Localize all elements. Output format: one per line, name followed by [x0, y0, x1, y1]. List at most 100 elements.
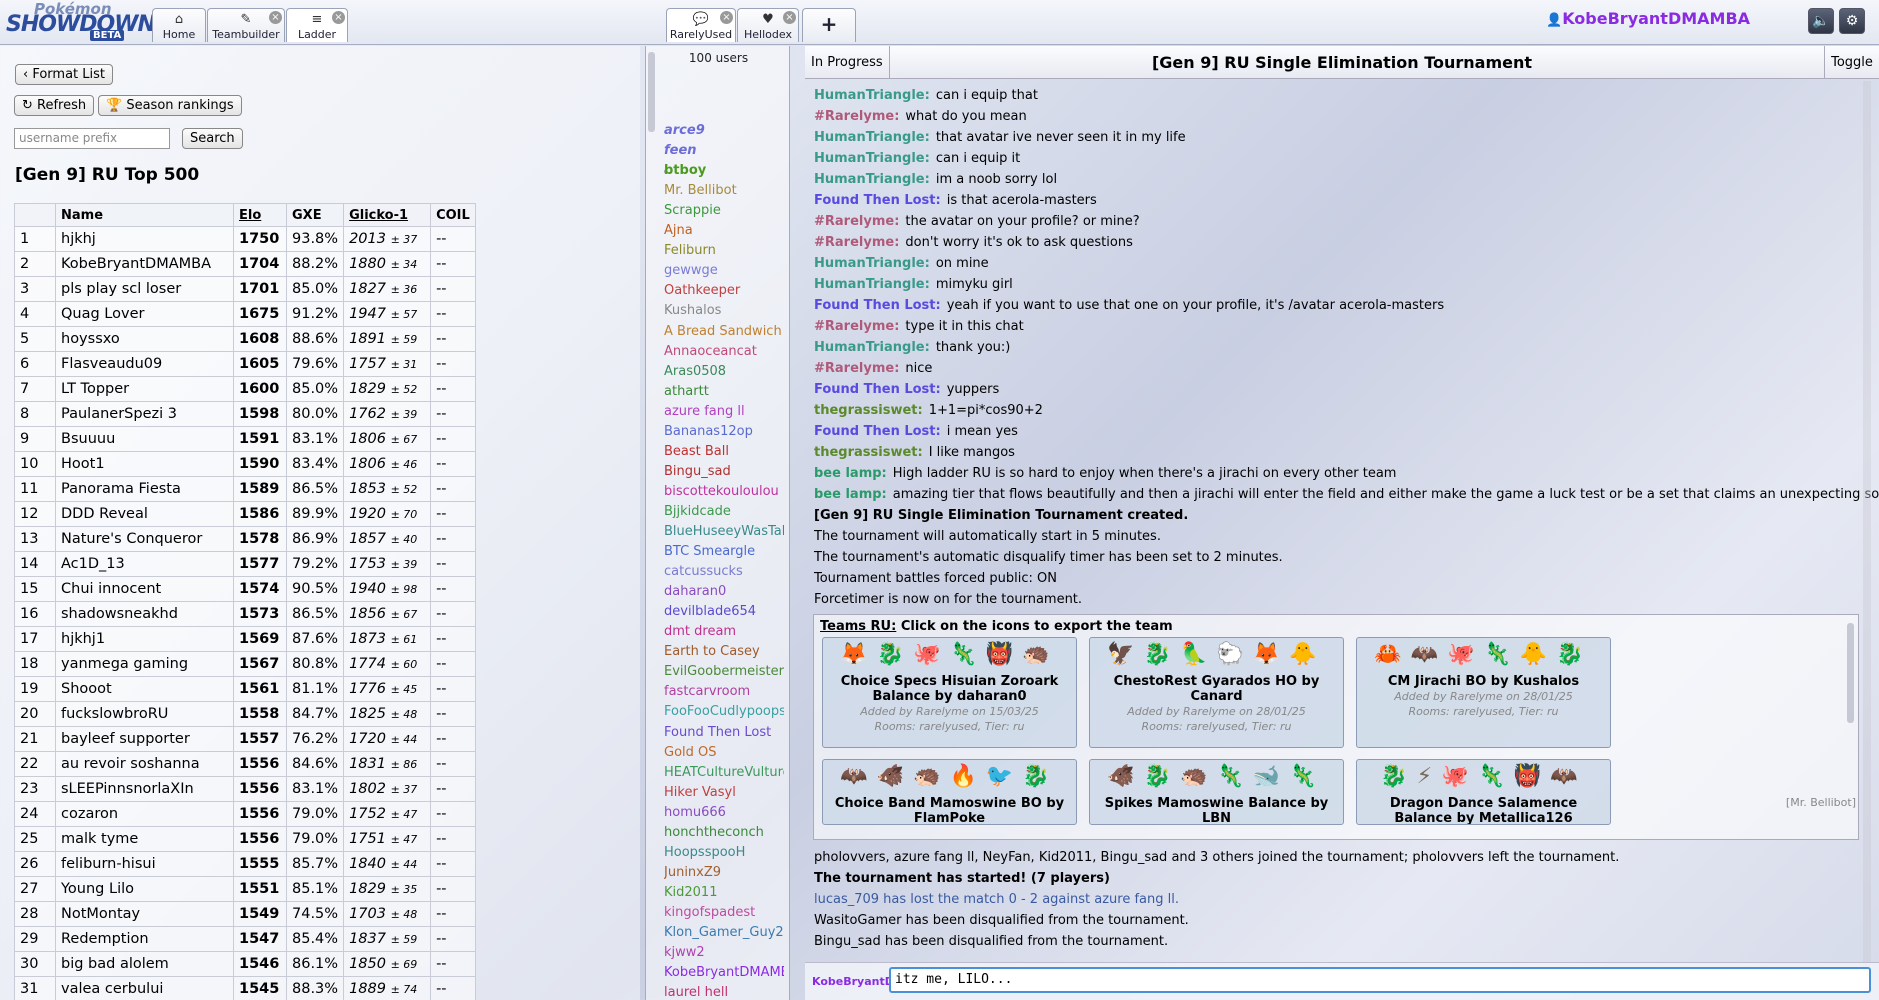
team-card[interactable]: 🐗🐉🦔🦎🐋🦎Spikes Mamoswine Balance by LBNAdd…: [1089, 759, 1344, 825]
chat-username[interactable]: Found Then Lost:: [814, 193, 941, 208]
userlist-item[interactable]: homu666: [664, 805, 784, 820]
userlist-item[interactable]: Bjjkidcade: [664, 504, 784, 519]
pokemon-icons[interactable]: 🐗🐉🦔🦎🐋🦎: [1090, 760, 1343, 796]
userlist-item[interactable]: Annaoceancat: [664, 344, 784, 359]
name-cell[interactable]: NotMontay: [55, 901, 234, 927]
userlist-item[interactable]: HEATCultureVulture: [664, 765, 784, 780]
name-cell[interactable]: Shooot: [55, 676, 234, 702]
name-cell[interactable]: shadowsneakhd: [55, 601, 234, 627]
name-cell[interactable]: LT Topper: [55, 376, 234, 402]
userlist-item[interactable]: laurel hell: [664, 985, 784, 1000]
format-list-button[interactable]: ‹ Format List: [15, 64, 114, 85]
userlist-item[interactable]: #arce9: [664, 123, 784, 138]
chat-username[interactable]: #Rarelyme:: [814, 319, 899, 334]
close-icon[interactable]: ×: [720, 11, 733, 24]
name-cell[interactable]: Quag Lover: [55, 301, 234, 327]
chat-username[interactable]: Found Then Lost:: [814, 298, 941, 313]
tab-rarelyused[interactable]: 💬 RarelyUsed ×: [666, 8, 736, 42]
name-cell[interactable]: Flasveaudu09: [55, 351, 234, 377]
userlist-item[interactable]: Bingu_sad: [664, 464, 784, 479]
username-button[interactable]: 👤KobeBryantDMAMBA: [1546, 9, 1750, 28]
chat-username[interactable]: HumanTriangle:: [814, 88, 930, 103]
userlist-item[interactable]: +Feliburn: [664, 243, 784, 258]
userlist-item[interactable]: dmt dream: [664, 624, 784, 639]
userlist-item[interactable]: kjww2: [664, 945, 784, 960]
name-cell[interactable]: Young Lilo: [55, 876, 234, 902]
userlist-item[interactable]: BTC Smeargle: [664, 544, 784, 559]
chat-scrollbar[interactable]: [1863, 81, 1871, 991]
name-cell[interactable]: DDD Reveal: [55, 501, 234, 527]
name-cell[interactable]: hjkhj: [55, 226, 234, 252]
name-cell[interactable]: yanmega gaming: [55, 651, 234, 677]
userlist-scrollbar[interactable]: [648, 52, 655, 132]
chat-username[interactable]: Found Then Lost:: [814, 382, 941, 397]
pokemon-icons[interactable]: 🐉⚡🐙🦎👹🦇: [1357, 760, 1610, 796]
name-cell[interactable]: Chui innocent: [55, 576, 234, 602]
userlist-item[interactable]: biscottekouloulou: [664, 484, 784, 499]
pokemon-icons[interactable]: 🦊🐉🐙🦎👹🦔: [823, 638, 1076, 674]
showdown-logo[interactable]: Pokémon SHOWDOWN BETA: [2, 0, 156, 44]
tab-teambuilder[interactable]: ✎ Teambuilder ×: [207, 8, 285, 42]
userlist-item[interactable]: Earth to Casey: [664, 644, 784, 659]
chat-username[interactable]: HumanTriangle:: [814, 172, 930, 187]
season-rankings-button[interactable]: 🏆 Season rankings: [98, 95, 242, 116]
username-prefix-input[interactable]: username prefix: [14, 128, 170, 149]
name-cell[interactable]: Ac1D_13: [55, 551, 234, 577]
userlist-item[interactable]: Gold OS: [664, 745, 784, 760]
userlist-item[interactable]: EvilGoobermeister: [664, 664, 784, 679]
name-cell[interactable]: hjkhj1: [55, 626, 234, 652]
chat-username[interactable]: thegrassiswet:: [814, 445, 923, 460]
chat-username[interactable]: #Rarelyme:: [814, 361, 899, 376]
team-card[interactable]: 🦀🦇🐙🦎🐥🐉 CM Jirachi BO by Kushalos Added by …: [1356, 637, 1611, 748]
userlist-item[interactable]: Klon_Gamer_Guy2: [664, 925, 784, 940]
userlist-item[interactable]: catcussucks: [664, 564, 784, 579]
chat-username[interactable]: HumanTriangle:: [814, 277, 930, 292]
userlist-item[interactable]: Found Then Lost: [664, 725, 784, 740]
userlist-item[interactable]: A Bread Sandwich: [664, 324, 784, 339]
refresh-button[interactable]: ↻ Refresh: [14, 95, 95, 116]
chat-username[interactable]: HumanTriangle:: [814, 151, 930, 166]
userlist-item[interactable]: +Oathkeeper: [664, 283, 784, 298]
name-cell[interactable]: hoyssxo: [55, 326, 234, 352]
glicko-header[interactable]: Glicko-1: [343, 203, 432, 227]
chat-username[interactable]: bee lamp:: [814, 487, 887, 502]
close-icon[interactable]: ×: [269, 11, 282, 24]
name-cell[interactable]: Hoot1: [55, 451, 234, 477]
chat-username[interactable]: thegrassiswet:: [814, 403, 923, 418]
chat-username[interactable]: HumanTriangle:: [814, 340, 930, 355]
name-cell[interactable]: PaulanerSpezi 3: [55, 401, 234, 427]
userlist-item[interactable]: +Ajna: [664, 223, 784, 238]
userlist-item[interactable]: BlueHuseeyWasTak: [664, 524, 784, 539]
close-icon[interactable]: ×: [332, 11, 345, 24]
name-cell[interactable]: Bsuuuu: [55, 426, 234, 452]
userlist-item[interactable]: honchtheconch: [664, 825, 784, 840]
pokemon-icons[interactable]: 🦇🐗🦔🔥🐦🐉: [823, 760, 1076, 796]
chat-username[interactable]: HumanTriangle:: [814, 256, 930, 271]
name-cell[interactable]: Redemption: [55, 926, 234, 952]
chat-username[interactable]: HumanTriangle:: [814, 130, 930, 145]
pokemon-icons[interactable]: 🦅🐉🦜🐑🦊🐥: [1090, 638, 1343, 674]
message-input[interactable]: itz me, LILO...: [889, 967, 1871, 993]
new-tab-button[interactable]: +: [802, 8, 856, 42]
name-cell[interactable]: valea cerbului: [55, 976, 234, 1000]
userlist-item[interactable]: #feen: [664, 143, 784, 158]
name-cell[interactable]: KobeBryantDMAMBA: [55, 251, 234, 277]
userlist-item[interactable]: Bananas12op: [664, 424, 784, 439]
userlist-item[interactable]: +gewwge: [664, 263, 784, 278]
userlist-item[interactable]: FooFooCudlypoops: [664, 704, 784, 719]
chat-username[interactable]: #Rarelyme:: [814, 235, 899, 250]
name-cell[interactable]: Panorama Fiesta: [55, 476, 234, 502]
userlist-item[interactable]: kingofspadest: [664, 905, 784, 920]
userlist-item[interactable]: +Kushalos: [664, 303, 784, 318]
name-cell[interactable]: feliburn-hisui: [55, 851, 234, 877]
pokemon-icons[interactable]: 🦀🦇🐙🦎🐥🐉: [1357, 638, 1610, 674]
elo-header[interactable]: Elo: [233, 203, 287, 227]
name-cell[interactable]: Nature's Conqueror: [55, 526, 234, 552]
settings-button[interactable]: ⚙: [1839, 8, 1865, 34]
userlist-item[interactable]: Beast Ball: [664, 444, 784, 459]
name-cell[interactable]: bayleef supporter: [55, 726, 234, 752]
name-cell[interactable]: cozaron: [55, 801, 234, 827]
userlist-item[interactable]: fastcarvroom: [664, 684, 784, 699]
name-cell[interactable]: au revoir soshanna: [55, 751, 234, 777]
name-cell[interactable]: sLEEPinnsnorlaXIn: [55, 776, 234, 802]
